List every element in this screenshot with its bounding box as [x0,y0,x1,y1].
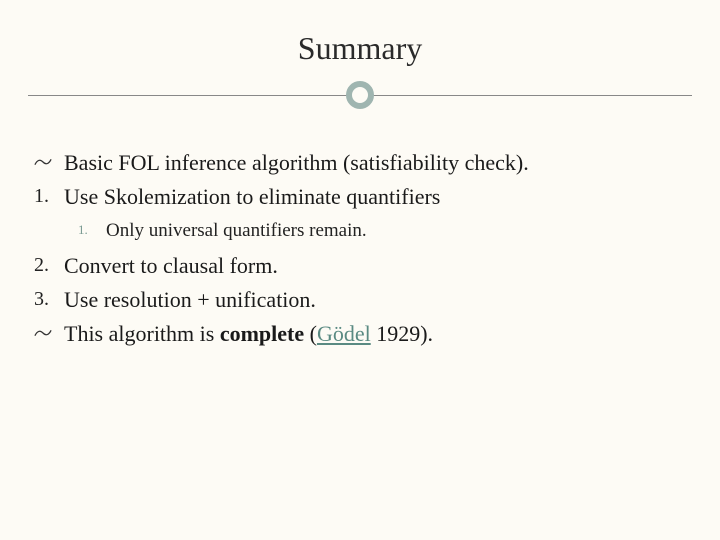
page-title: Summary [28,30,692,67]
text-prefix: This algorithm is [64,321,220,346]
text-paren: ( [304,321,317,346]
sub-number: 1. [78,217,106,240]
content-body: Basic FOL inference algorithm (satisfiab… [28,135,692,364]
title-area: Summary [28,30,692,105]
divider-circle-icon [346,81,374,109]
swirl-icon [34,318,64,347]
item-number: 1. [34,181,64,211]
item-number: 2. [34,250,64,280]
bullet-text: Convert to clausal form. [64,250,686,282]
divider [28,85,692,105]
numbered-item: 3. Use resolution + unification. [34,284,686,316]
bullet-item: Basic FOL inference algorithm (satisfiab… [34,147,686,179]
text-year: 1929). [371,321,433,346]
sub-item: 1. Only universal quantifiers remain. [34,217,686,245]
numbered-item: 2. Convert to clausal form. [34,250,686,282]
bullet-text: Use Skolemization to eliminate quantifie… [64,181,686,213]
slide: Summary Basic FOL inference algorithm (s… [0,0,720,540]
numbered-item: 1. Use Skolemization to eliminate quanti… [34,181,686,213]
sub-text: Only universal quantifiers remain. [106,217,686,245]
text-bold: complete [220,321,304,346]
bullet-text: Use resolution + unification. [64,284,686,316]
item-number: 3. [34,284,64,314]
link-godel[interactable]: Gödel [317,321,371,346]
bullet-item: This algorithm is complete (Gödel 1929). [34,318,686,350]
bullet-text: This algorithm is complete (Gödel 1929). [64,318,686,350]
bullet-text: Basic FOL inference algorithm (satisfiab… [64,147,686,179]
swirl-icon [34,147,64,176]
